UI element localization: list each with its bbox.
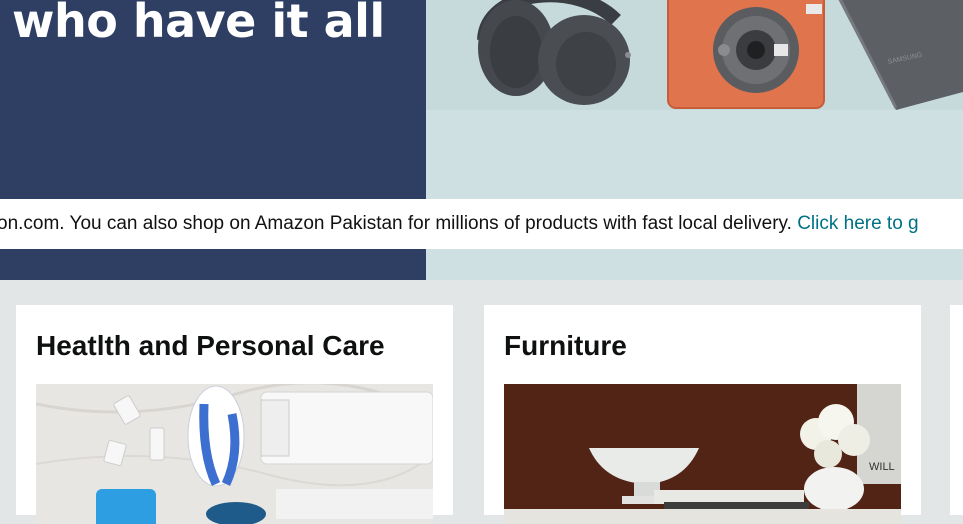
card-title[interactable]: Furniture [504, 305, 901, 364]
hero-headline: who have it all [12, 0, 385, 48]
redirect-link[interactable]: Click here to g [797, 213, 918, 234]
international-shopping-notice: on.com. You can also shop on Amazon Paki… [0, 199, 963, 249]
category-card-health[interactable]: Heatlth and Personal Care [16, 305, 453, 524]
instant-camera-image [667, 0, 825, 109]
notice-text: on.com. You can also shop on Amazon Paki… [0, 213, 798, 234]
svg-text:WILL: WILL [869, 461, 895, 473]
category-card-partial[interactable] [950, 305, 963, 515]
health-products-image[interactable] [36, 384, 433, 524]
card-title[interactable]: Heatlth and Personal Care [36, 305, 433, 364]
furniture-image[interactable]: WILL [504, 384, 901, 524]
category-card-furniture[interactable]: Furniture WILL [484, 305, 921, 524]
hero-carousel[interactable]: who have it all SAMSUNG on.com. You can … [0, 0, 963, 280]
